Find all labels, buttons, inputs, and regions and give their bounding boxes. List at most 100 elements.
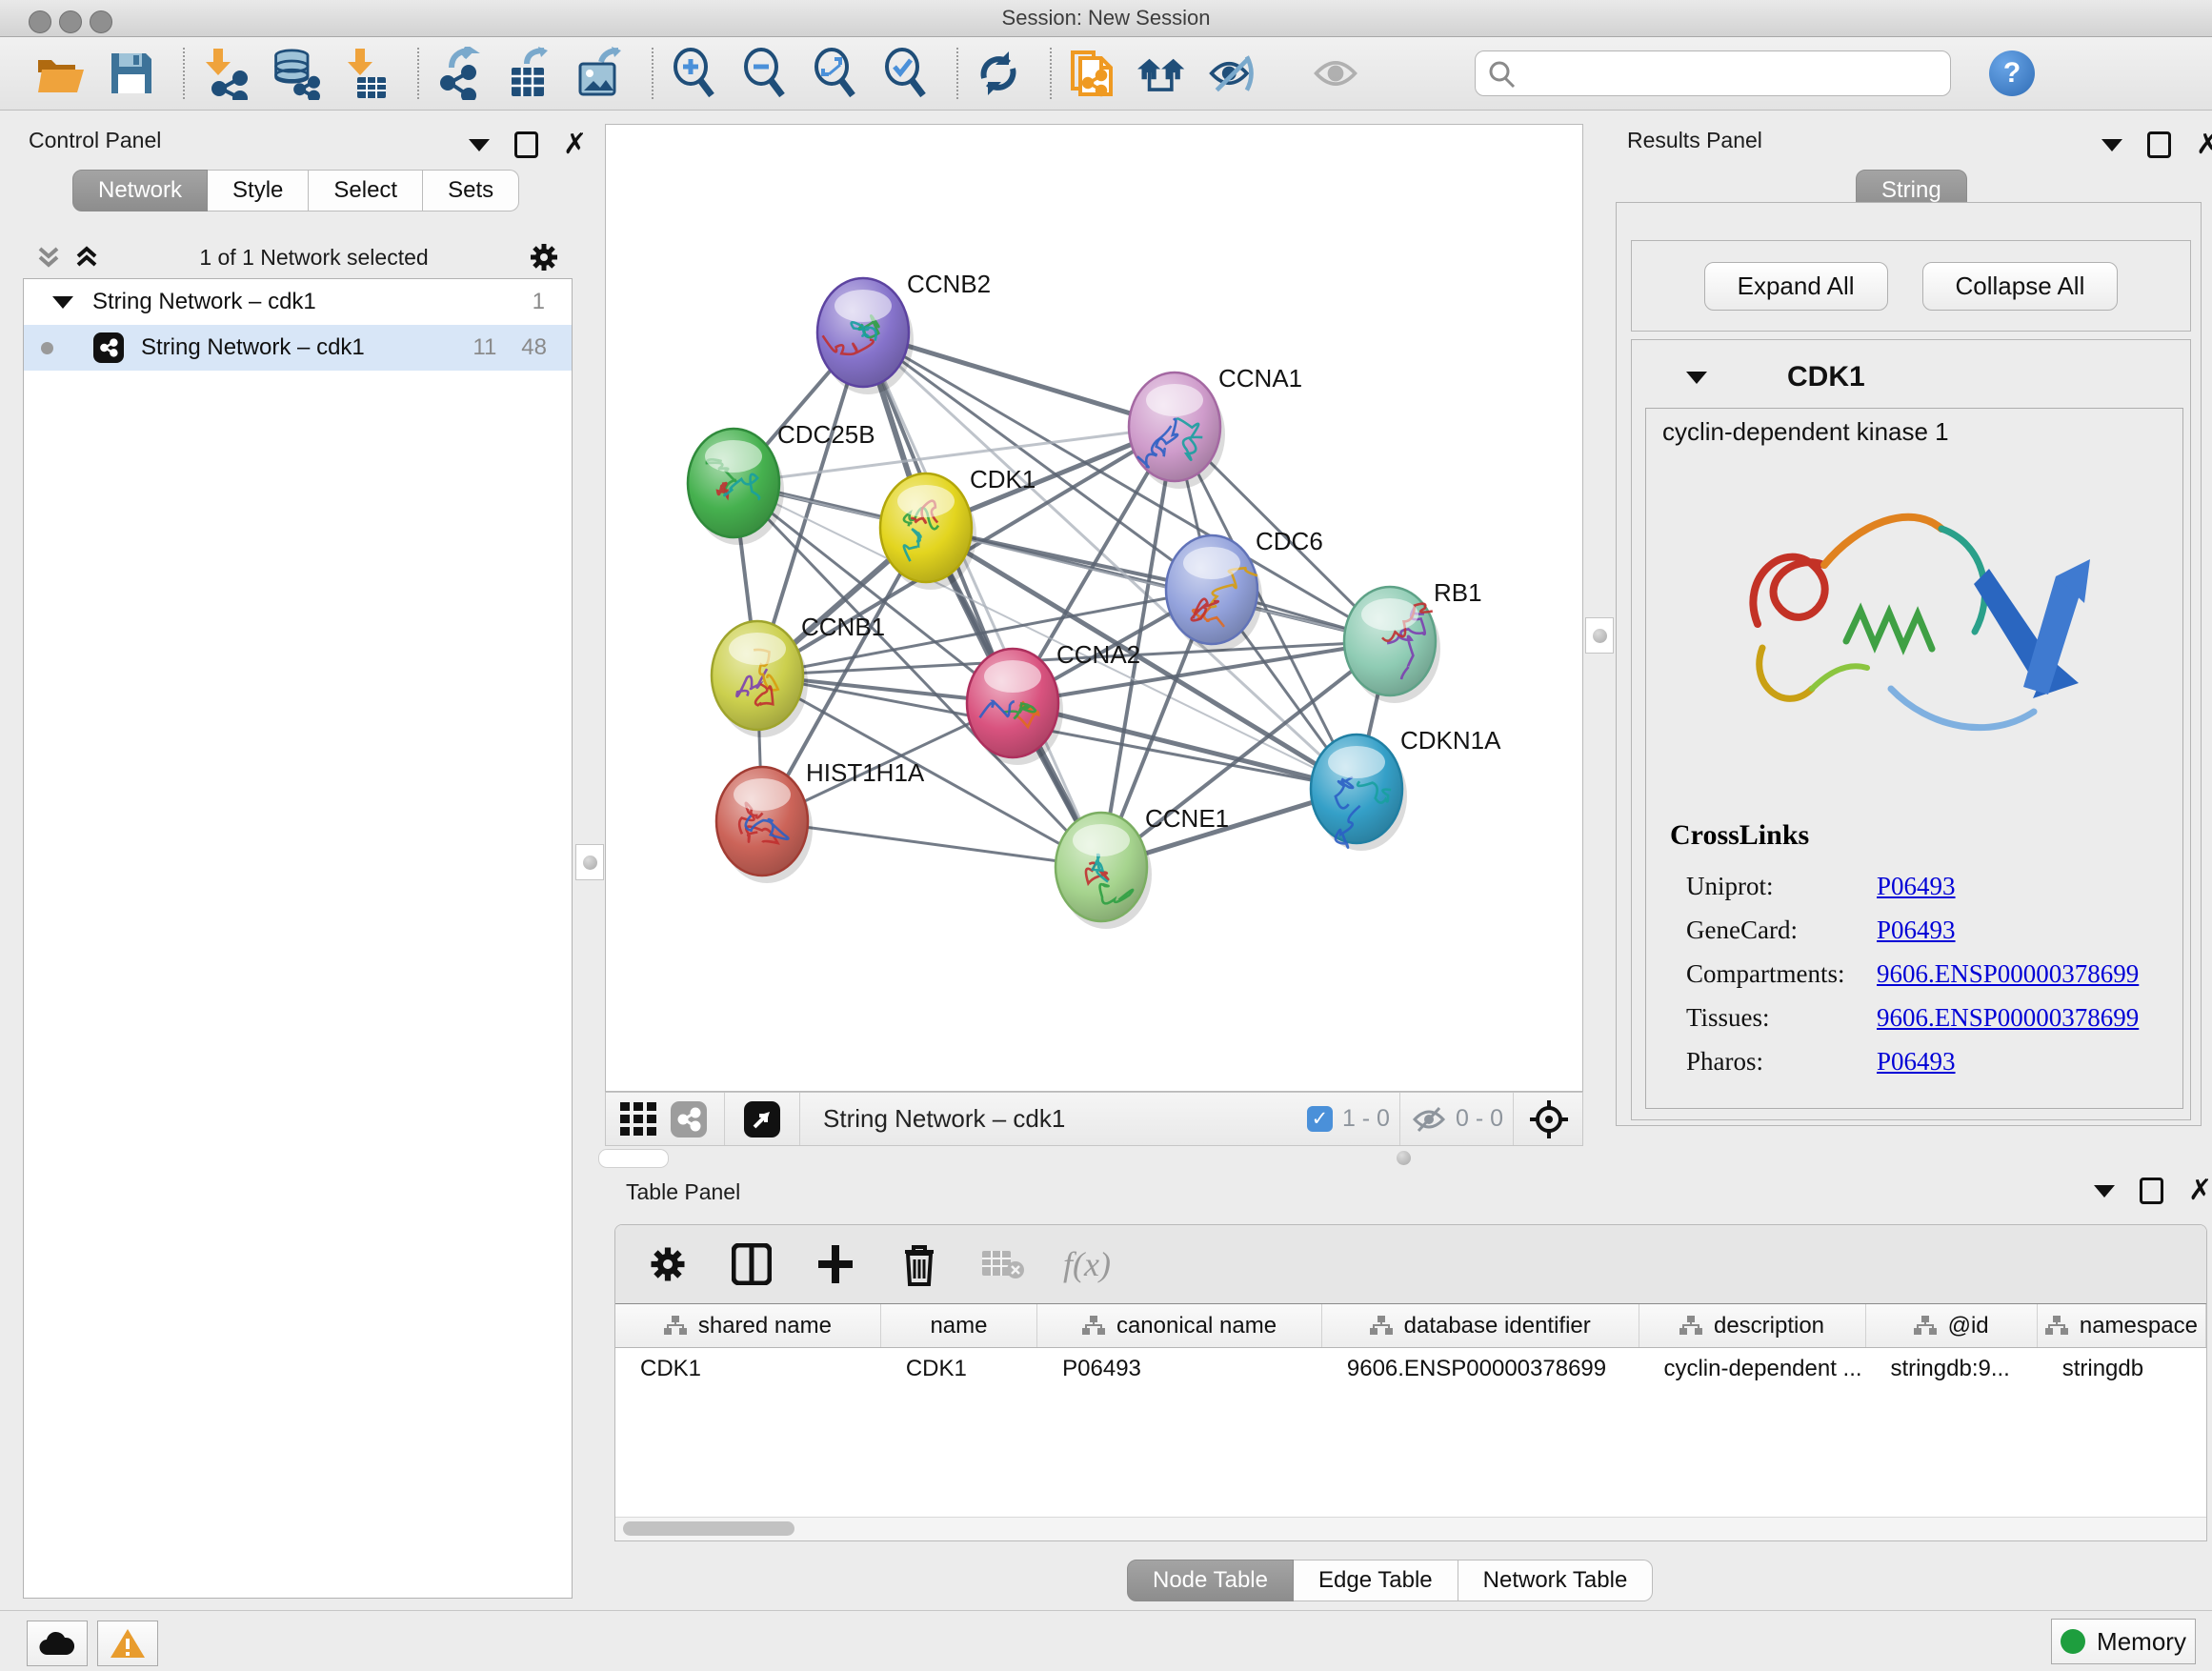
collapse-gene-icon[interactable] [1686,372,1707,384]
close-window-button[interactable] [29,10,51,33]
collapse-all-button[interactable]: Collapse All [1922,262,2119,311]
table-cell[interactable]: P06493 [1037,1348,1322,1390]
panel-menu-icon[interactable] [469,139,490,151]
column-header-namespace[interactable]: namespace [2038,1304,2206,1347]
network-options-gear-icon[interactable] [529,242,559,272]
cloud-button[interactable] [27,1621,88,1666]
export-table-icon[interactable] [505,48,554,99]
detach-view-icon[interactable] [744,1101,780,1137]
tab-edge-table[interactable]: Edge Table [1294,1560,1458,1601]
expand-all-networks-icon[interactable] [74,245,99,270]
table-cell[interactable]: CDK1 [615,1348,881,1390]
float-panel-icon[interactable] [514,131,538,158]
gene-entry-header[interactable]: CDK1 [1631,354,2191,400]
crosslink-link[interactable]: P06493 [1877,872,1956,901]
column-header-canonical-name[interactable]: canonical name [1037,1304,1322,1347]
save-session-icon[interactable] [107,48,156,99]
crosslink-link[interactable]: 9606.ENSP00000378699 [1877,1003,2139,1033]
collapse-collection-icon[interactable] [52,296,73,309]
network-node-RB1[interactable] [1344,587,1440,703]
close-panel-icon[interactable]: ✗ [2188,1180,2212,1201]
tab-select[interactable]: Select [309,170,423,211]
tab-sets[interactable]: Sets [423,170,519,211]
hidden-eye-icon[interactable] [1412,1105,1446,1134]
float-panel-icon[interactable] [2147,131,2171,158]
network-node-CDKN1A[interactable] [1311,735,1407,851]
show-columns-icon[interactable] [728,1240,775,1288]
zoom-in-icon[interactable] [669,48,718,99]
horizontal-splitter-dot[interactable] [1397,1151,1411,1165]
scrollbar-thumb[interactable] [623,1521,794,1536]
network-node-CDC25B[interactable] [688,429,784,545]
clone-network-icon[interactable] [1067,48,1116,99]
close-panel-icon[interactable]: ✗ [563,134,587,155]
column-header-description[interactable]: description [1639,1304,1866,1347]
network-node-CCNA2[interactable] [967,649,1063,765]
network-overview-icon[interactable] [671,1101,707,1137]
selected-nodes-checkbox[interactable]: ✓ [1307,1106,1333,1132]
hide-selected-icon[interactable] [1208,48,1257,99]
export-network-icon[interactable] [434,48,484,99]
crosslink-link[interactable]: P06493 [1877,916,1956,945]
grid-view-icon[interactable] [615,1096,663,1143]
vertical-splitter-left[interactable] [575,844,604,880]
tab-network-table[interactable]: Network Table [1458,1560,1654,1601]
network-node-CCNE1[interactable] [1056,813,1152,929]
add-column-icon[interactable] [812,1240,859,1288]
fit-content-icon[interactable] [810,48,859,99]
table-cell[interactable]: CDK1 [881,1348,1037,1390]
function-builder-icon[interactable]: f(x) [1063,1240,1111,1288]
crosslink-link[interactable]: P06493 [1877,1047,1956,1077]
table-options-gear-icon[interactable] [644,1240,692,1288]
table-row[interactable]: CDK1CDK1P064939606.ENSP00000378699cyclin… [615,1348,2206,1390]
panel-menu-icon[interactable] [2101,139,2122,151]
network-node-CDC6[interactable] [1166,535,1262,652]
vertical-splitter-right[interactable] [1585,617,1614,654]
table-cell[interactable]: stringdb [2038,1348,2206,1390]
crosslink-link[interactable]: 9606.ENSP00000378699 [1877,959,2139,989]
first-neighbors-icon[interactable] [1137,48,1187,99]
table-horizontal-scrollbar[interactable] [615,1517,2206,1540]
table-cell[interactable]: 9606.ENSP00000378699 [1322,1348,1639,1390]
tab-node-table[interactable]: Node Table [1127,1560,1294,1601]
zoom-selected-icon[interactable] [880,48,930,99]
edge-CCNE1-HIST1H1A[interactable] [762,821,1101,867]
float-panel-icon[interactable] [2140,1178,2163,1204]
zoom-window-button[interactable] [90,10,112,33]
delete-table-icon[interactable] [979,1240,1027,1288]
import-table-file-icon[interactable] [341,48,391,99]
column-header-@id[interactable]: @id [1866,1304,2038,1347]
expand-all-button[interactable]: Expand All [1704,262,1888,311]
table-cell[interactable]: stringdb:9... [1865,1348,2037,1390]
horizontal-splitter-grip[interactable] [598,1149,669,1168]
tab-network[interactable]: Network [72,170,208,211]
show-all-icon[interactable] [1311,48,1360,99]
tree-collection-row[interactable]: String Network – cdk11 [24,279,572,325]
network-node-HIST1H1A[interactable] [716,767,813,883]
network-canvas[interactable]: CCNB2CCNA1CDC25BCDK1CDC6RB1CCNB1CCNA2CDK… [605,124,1583,1092]
minimize-window-button[interactable] [59,10,82,33]
export-image-icon[interactable] [575,48,625,99]
network-node-CDK1[interactable] [880,473,976,590]
network-node-CCNA1[interactable] [1129,372,1225,489]
warnings-button[interactable] [97,1621,158,1666]
network-node-CCNB2[interactable] [817,278,914,394]
table-cell[interactable]: cyclin-dependent ... [1639,1348,1865,1390]
tree-network-row[interactable]: String Network – cdk11148 [24,325,572,371]
panel-menu-icon[interactable] [2094,1185,2115,1198]
open-session-icon[interactable] [36,48,86,99]
import-network-file-icon[interactable] [200,48,250,99]
delete-column-icon[interactable] [895,1240,943,1288]
column-header-name[interactable]: name [881,1304,1037,1347]
import-network-database-icon[interactable] [271,48,320,99]
zoom-out-icon[interactable] [739,48,789,99]
search-input[interactable] [1475,50,1951,96]
column-header-shared-name[interactable]: shared name [615,1304,881,1347]
column-header-database-identifier[interactable]: database identifier [1322,1304,1639,1347]
network-node-CCNB1[interactable] [712,621,808,737]
tab-style[interactable]: Style [208,170,309,211]
close-panel-icon[interactable]: ✗ [2196,134,2212,155]
help-button[interactable]: ? [1989,50,2035,96]
collapse-all-networks-icon[interactable] [36,245,61,270]
refresh-layout-icon[interactable] [974,48,1023,99]
